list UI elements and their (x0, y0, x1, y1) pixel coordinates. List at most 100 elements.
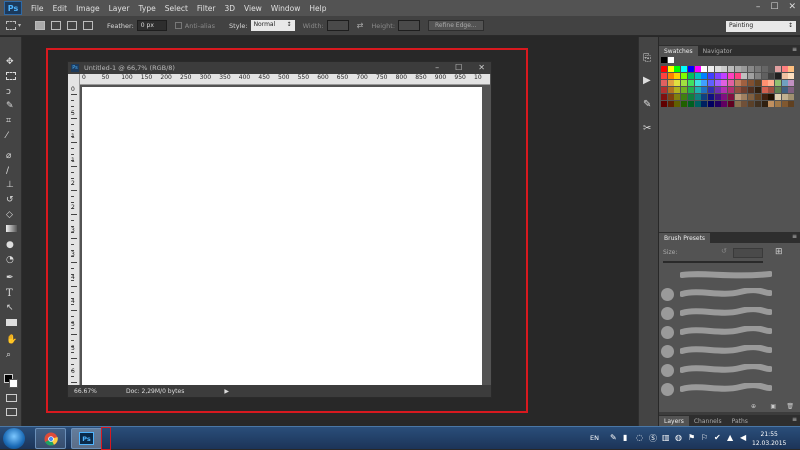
swatch[interactable] (674, 94, 681, 100)
signal-icon[interactable]: ▲ (727, 433, 735, 442)
swatch[interactable] (748, 87, 755, 93)
swatch[interactable] (714, 101, 721, 107)
swatch[interactable] (741, 73, 748, 79)
swatch[interactable] (661, 87, 667, 93)
swatch[interactable] (774, 66, 781, 72)
swatch[interactable] (681, 66, 688, 72)
close-button[interactable]: ✕ (788, 2, 796, 12)
swatch[interactable] (721, 101, 728, 107)
size-input[interactable] (733, 248, 763, 258)
brush-folder-icon[interactable]: ⊞ (775, 247, 783, 257)
swatch[interactable] (741, 80, 748, 86)
swatch[interactable] (768, 94, 775, 100)
add-selection-icon[interactable] (51, 21, 62, 30)
swatch[interactable] (667, 94, 674, 100)
swatch[interactable] (781, 66, 788, 72)
history-panel-icon[interactable]: ⎘ (643, 53, 655, 65)
swatch[interactable] (754, 73, 761, 79)
swatch[interactable] (667, 73, 674, 79)
swatch[interactable] (694, 66, 701, 72)
swatch[interactable] (754, 66, 761, 72)
swatch[interactable] (774, 73, 781, 79)
quick-select-tool-icon[interactable]: ✎ (6, 101, 17, 111)
swatch[interactable] (681, 101, 688, 107)
swatch[interactable] (761, 101, 768, 107)
swatch[interactable] (674, 73, 681, 79)
wifi-icon[interactable]: ◍ (675, 433, 683, 442)
swatch[interactable] (748, 73, 755, 79)
menu-edit[interactable]: Edit (53, 4, 68, 13)
swatch[interactable] (701, 66, 708, 72)
swatch[interactable] (748, 66, 755, 72)
tab-navigator[interactable]: Navigator (698, 46, 737, 56)
swatch[interactable] (721, 80, 728, 86)
swatch[interactable] (761, 73, 768, 79)
swatch[interactable] (748, 101, 755, 107)
pen-tool-icon[interactable]: ✒ (6, 273, 17, 283)
type-tool-icon[interactable]: T (6, 288, 17, 299)
doc-close-button[interactable]: ✕ (478, 63, 485, 72)
swatch[interactable] (661, 80, 667, 86)
swatch[interactable] (681, 73, 688, 79)
swatch[interactable] (781, 87, 788, 93)
swatch[interactable] (754, 80, 761, 86)
swatch[interactable] (734, 66, 741, 72)
swatch[interactable] (728, 80, 734, 86)
swatch[interactable] (721, 73, 728, 79)
height-input[interactable] (398, 20, 421, 31)
antivirus-icon[interactable]: ✔ (714, 433, 722, 442)
ruler-horizontal[interactable]: 0 50 100 150 200 250 300 350 400 450 500 550 600 650 7… (80, 74, 490, 85)
swatch[interactable] (788, 94, 795, 100)
swatch[interactable] (741, 101, 748, 107)
swatch[interactable] (661, 94, 667, 100)
swatch[interactable] (741, 87, 748, 93)
swatch[interactable] (761, 80, 768, 86)
swatch[interactable] (728, 87, 734, 93)
crop-tool-icon[interactable]: ⌗ (6, 116, 17, 126)
swatch[interactable] (781, 80, 788, 86)
swatch[interactable] (761, 94, 768, 100)
swatch[interactable] (761, 66, 768, 72)
swatch[interactable] (674, 66, 681, 72)
tool-presets-panel-icon[interactable]: ✂ (643, 123, 655, 135)
swap-icon[interactable]: ⇄ (357, 21, 364, 30)
swatch[interactable] (788, 73, 795, 79)
swatch[interactable] (701, 80, 708, 86)
flag-icon[interactable]: ⚑ (688, 433, 696, 442)
rectangle-tool-icon[interactable] (6, 319, 17, 326)
antialias-checkbox[interactable] (174, 22, 182, 29)
path-selection-tool-icon[interactable]: ↖ (6, 303, 17, 313)
swatch[interactable] (714, 73, 721, 79)
swatch[interactable] (701, 73, 708, 79)
swatch[interactable] (707, 80, 714, 86)
swatch[interactable] (728, 66, 734, 72)
swatch[interactable] (687, 87, 694, 93)
swatch[interactable] (741, 94, 748, 100)
dodge-tool-icon[interactable]: ◔ (6, 255, 17, 265)
swatch[interactable] (667, 66, 674, 72)
swatch[interactable] (721, 94, 728, 100)
swatch[interactable] (788, 66, 795, 72)
screen-mode-icon[interactable] (6, 408, 17, 416)
chevron-down-icon[interactable]: ▾ (18, 22, 21, 29)
swatch[interactable] (734, 94, 741, 100)
tab-paths[interactable]: Paths (727, 416, 753, 426)
swatch[interactable] (687, 80, 694, 86)
swatch[interactable] (768, 101, 775, 107)
brush-tool-icon[interactable]: ∕ (6, 166, 17, 176)
new-selection-icon[interactable] (35, 21, 46, 30)
tab-layers[interactable]: Layers (659, 416, 689, 426)
panel-menu-icon[interactable]: ≡ (792, 233, 797, 240)
swatch[interactable] (728, 94, 734, 100)
restore-button[interactable]: ☐ (770, 2, 778, 12)
taskbar-chrome[interactable] (35, 428, 66, 449)
swatch[interactable] (714, 66, 721, 72)
swatch[interactable] (661, 66, 667, 72)
lasso-tool-icon[interactable]: ↄ (6, 87, 17, 97)
swatch[interactable] (674, 101, 681, 107)
swatch[interactable] (687, 66, 694, 72)
trash-icon[interactable]: 🗑 (786, 403, 794, 410)
swatch[interactable] (721, 66, 728, 72)
start-button[interactable] (3, 428, 25, 449)
swatch[interactable] (754, 101, 761, 107)
